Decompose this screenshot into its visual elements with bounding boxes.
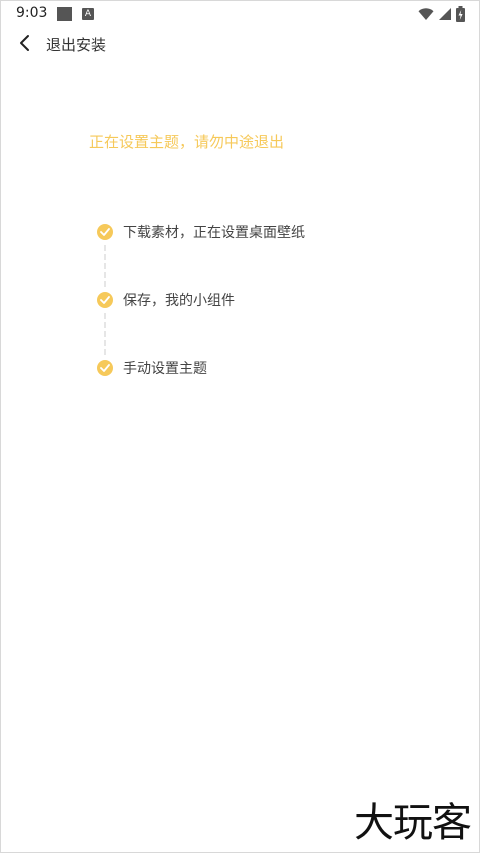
signal-icon [439,8,451,20]
check-circle-icon [97,360,113,376]
battery-icon [456,6,465,22]
watermark-logo: 大玩客 [354,800,472,846]
notification-a-icon: A [82,8,94,20]
check-circle-icon [97,224,113,240]
notification-square-icon [57,7,72,21]
page-title: 退出安装 [46,36,107,54]
step-label: 保存，我的小组件 [123,293,235,309]
step-connector [104,245,106,287]
step-connector [104,313,106,355]
step-item: 保存，我的小组件 [97,289,235,311]
app-bar: 退出安装 [1,27,479,61]
step-item: 手动设置主题 [97,357,207,379]
status-time: 9:03 [16,5,48,21]
check-circle-icon [97,292,113,308]
step-label: 下载素材，正在设置桌面壁纸 [123,225,305,241]
headline-text: 正在设置主题，请勿中途退出 [89,133,285,151]
chevron-left-icon [20,35,29,51]
wifi-icon [418,8,434,20]
status-icons [418,6,465,22]
status-bar: 9:03 A [1,1,479,27]
back-button[interactable] [11,30,37,56]
step-label: 手动设置主题 [123,361,207,377]
step-item: 下载素材，正在设置桌面壁纸 [97,221,305,243]
